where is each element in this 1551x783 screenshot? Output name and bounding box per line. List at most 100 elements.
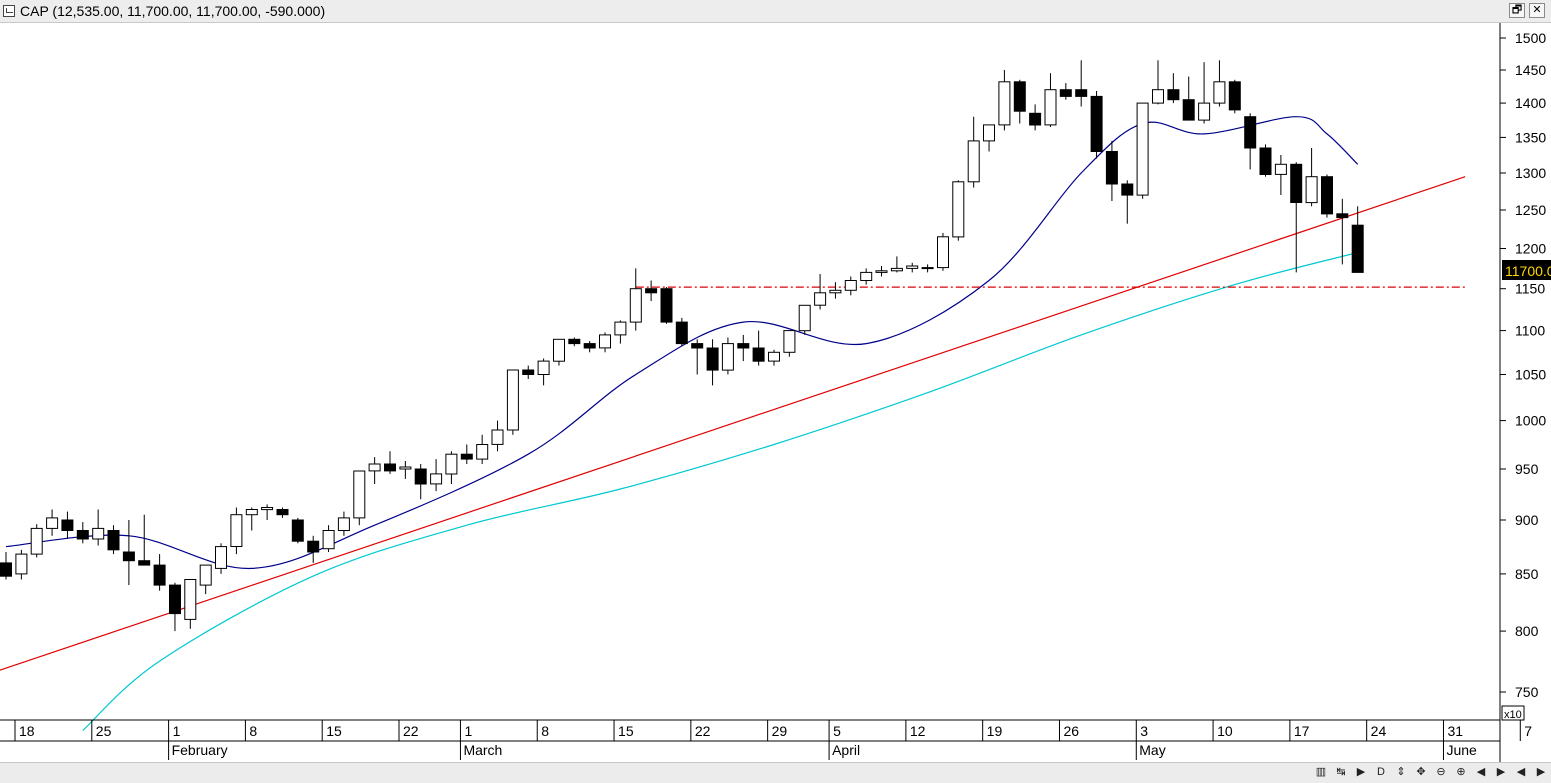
y-tick-label: 1100 — [1515, 323, 1545, 339]
candle-body-down — [1182, 99, 1195, 121]
candle — [1321, 174, 1333, 218]
scroll-bars-button[interactable]: ▥ — [1313, 765, 1329, 780]
y-tick-label: 1350 — [1515, 129, 1546, 145]
candle-body-down — [1259, 147, 1272, 175]
candle-body-down — [522, 369, 535, 375]
zoom-in-button[interactable]: ⊕ — [1453, 765, 1469, 780]
candle-body-up — [599, 334, 611, 349]
candle-body-up — [476, 444, 489, 460]
day-interval-button[interactable]: D — [1373, 765, 1389, 780]
candle-body-up — [322, 530, 335, 550]
x-day-label: 15 — [618, 723, 634, 739]
step-right-button[interactable]: ▶ — [1353, 765, 1369, 780]
candle — [798, 304, 811, 335]
x-day-label: 29 — [772, 723, 788, 739]
candle-body-up — [491, 429, 504, 445]
x-month-label: April — [832, 742, 860, 758]
candle-body-up — [184, 579, 197, 620]
candle-body-up — [921, 267, 934, 270]
candle — [937, 232, 949, 271]
candle-body-down — [1290, 163, 1303, 204]
candle-body-up — [937, 236, 949, 269]
candle-body-up — [430, 473, 443, 485]
x-day-label: 7 — [1524, 723, 1532, 739]
candle-body-up — [15, 553, 28, 575]
page-right-button[interactable]: ▶ — [1533, 765, 1549, 780]
vertical-scale-button[interactable]: ⇕ — [1393, 765, 1409, 780]
y-tick-label: 750 — [1515, 684, 1539, 700]
candle-body-up — [1152, 89, 1164, 104]
y-tick-label: 1400 — [1515, 95, 1546, 111]
candle-body-up — [506, 369, 519, 431]
candle-body-up — [783, 330, 796, 353]
candle-body-down — [1121, 183, 1134, 196]
candle-body-up — [1198, 102, 1211, 121]
candle-body-up — [890, 267, 903, 272]
zoom-out-button[interactable]: ⊖ — [1433, 765, 1449, 780]
candle-body-up — [261, 507, 274, 511]
candle-body-up — [537, 360, 550, 376]
candle-body-down — [107, 530, 120, 551]
candle-body-up — [967, 140, 980, 183]
candle — [30, 524, 43, 558]
candle-body-up — [614, 321, 627, 336]
candle — [660, 287, 673, 324]
candle-body-up — [1044, 89, 1057, 126]
candlestick-chart[interactable]: 750 800 850 900 950 1000 1050 1100 1150 1200 1250 1… — [0, 0, 1551, 762]
candle — [1136, 102, 1149, 199]
candle-body-down — [460, 453, 473, 460]
candle-body-down — [122, 551, 135, 562]
candle-body-up — [998, 81, 1011, 126]
candle-body-up — [860, 271, 873, 281]
page-left-button[interactable]: ◀ — [1513, 765, 1529, 780]
y-tick-label: 950 — [1515, 461, 1539, 477]
candle-body-up — [368, 463, 381, 472]
candle-body-down — [1029, 112, 1042, 126]
candle-body-up — [798, 304, 811, 332]
candle-body-up — [1213, 81, 1226, 104]
candle-body-down — [706, 347, 719, 371]
x-month-label: June — [1446, 742, 1477, 758]
x-day-label: 8 — [249, 723, 257, 739]
x-day-label: 25 — [96, 723, 112, 739]
candle-body-down — [583, 343, 596, 349]
x-day-label: 19 — [987, 723, 1003, 739]
y-axis: 750 800 850 900 950 1000 1050 1100 1150 1200 1250 1… — [1500, 30, 1546, 700]
candle-body-down — [1075, 89, 1088, 97]
candle-body-down — [1090, 95, 1103, 152]
x-month-label: May — [1139, 742, 1165, 758]
fit-button[interactable]: ↹ — [1333, 765, 1349, 780]
candle-body-up — [844, 280, 857, 291]
y-multiplier-label: x10 — [1504, 709, 1522, 721]
x-day-label: 8 — [541, 723, 549, 739]
crosshair-button[interactable]: ✥ — [1413, 765, 1429, 780]
candle-body-up — [1274, 163, 1287, 175]
candle-body-up — [983, 124, 995, 142]
candle-body-down — [138, 560, 151, 566]
scroll-left-button[interactable]: ◀ — [1473, 765, 1489, 780]
candle-body-down — [414, 468, 427, 485]
candle — [1090, 91, 1103, 159]
plot-area[interactable] — [0, 23, 1500, 720]
candle-body-down — [1105, 151, 1118, 185]
candle-body-down — [1321, 176, 1333, 215]
candle-body-up — [199, 564, 212, 586]
candle-body-down — [169, 584, 181, 615]
scroll-right-button[interactable]: ▶ — [1493, 765, 1509, 780]
candle-body-down — [61, 519, 74, 531]
candle — [553, 338, 565, 366]
candle-body-down — [384, 463, 396, 472]
x-day-label: 12 — [910, 723, 926, 739]
candle-body-down — [568, 338, 581, 345]
x-day-label: 3 — [1140, 723, 1148, 739]
candle — [952, 180, 965, 241]
candle-body-up — [245, 509, 258, 516]
candle-body-down — [752, 347, 765, 362]
candle — [1228, 79, 1241, 114]
y-tick-label: 1050 — [1515, 367, 1546, 383]
x-day-label: 24 — [1371, 723, 1387, 739]
candle-body-down — [1167, 89, 1180, 101]
y-tick-label: 800 — [1515, 623, 1539, 639]
candle-body-down — [76, 530, 89, 540]
candle-body-up — [952, 181, 965, 238]
